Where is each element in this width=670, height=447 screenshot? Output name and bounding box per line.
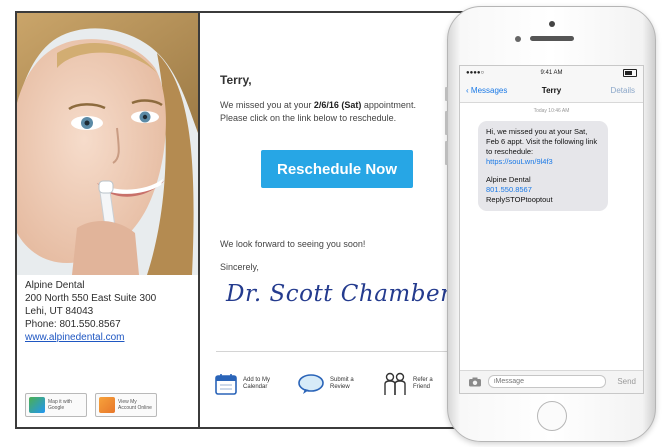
message-optout: ReplySTOPtooptout (486, 195, 553, 204)
calendar-action-label: Add to My Calendar (243, 377, 271, 390)
badge-row: Map it with Google View My Account Onlin… (25, 393, 157, 417)
reschedule-button[interactable]: Reschedule Now (261, 150, 413, 188)
message-phone-link[interactable]: 801.550.8567 (486, 185, 600, 195)
map-badge-label: Map it with Google (48, 399, 72, 411)
action-row: Add to My Calendar Submit a Review Refer… (214, 371, 443, 397)
speech-bubble-icon (298, 374, 324, 394)
phone-side-button (445, 87, 448, 101)
camera-icon[interactable] (468, 377, 482, 387)
phone-volume-down (445, 141, 448, 165)
message-timestamp: Today 10:46 AM (533, 108, 570, 114)
closing-line: We look forward to seeing you soon! (220, 239, 366, 249)
front-camera (549, 21, 555, 27)
calendar-icon (215, 374, 237, 395)
missed-line2: Please click on the link below to resche… (220, 113, 397, 123)
battery-icon (623, 69, 637, 77)
woman-brushing-teeth-image (17, 13, 198, 275)
mobile-badge-label: View My Account Online (118, 399, 152, 411)
greeting: Terry, (220, 73, 252, 87)
refer-friend-action[interactable]: Refer a Friend (382, 371, 443, 397)
home-button[interactable] (537, 401, 567, 431)
map-it-badge[interactable]: Map it with Google (25, 393, 87, 417)
proximity-sensor (515, 36, 521, 42)
people-icon (384, 372, 406, 395)
submit-review-action[interactable]: Submit a Review (297, 373, 362, 395)
review-action-label: Submit a Review (330, 377, 354, 390)
map-pin-icon (29, 397, 45, 413)
details-button[interactable]: Details (611, 86, 635, 95)
mobile-account-badge[interactable]: View My Account Online (95, 393, 157, 417)
message-composer: Send (460, 370, 643, 393)
messages-nav-bar: ‹ Messages Terry Details (460, 80, 643, 103)
incoming-message-bubble: Hi, we missed you at your Sat, Feb 6 app… (478, 121, 608, 211)
clinic-address: Alpine Dental 200 North 550 East Suite 3… (25, 279, 156, 344)
clinic-city: Lehi, UT 84043 (25, 306, 94, 317)
phone-device: ●●●●○ 9:41 AM ‹ Messages Terry Details T… (445, 6, 656, 442)
clinic-sidebar: Alpine Dental 200 North 550 East Suite 3… (17, 13, 200, 427)
send-button[interactable]: Send (617, 377, 636, 386)
reschedule-link[interactable]: https://souLwn/9l4f3 (486, 157, 600, 167)
refer-action-label: Refer a Friend (413, 377, 433, 390)
missed-suffix: appointment. (361, 100, 416, 110)
missed-prefix: We missed you at your (220, 100, 314, 110)
status-time: 9:41 AM (540, 70, 563, 76)
sincerely-label: Sincerely, (220, 262, 259, 272)
missed-date: 2/6/16 (Sat) (313, 100, 362, 110)
email-card: Alpine Dental 200 North 550 East Suite 3… (15, 11, 517, 429)
message-thread: Today 10:46 AM Hi, we missed you at your… (460, 103, 643, 371)
imessage-input[interactable] (488, 375, 606, 388)
patient-photo (17, 13, 198, 275)
phone-volume-up (445, 111, 448, 135)
clinic-street: 200 North 550 East Suite 300 (25, 293, 157, 304)
status-bar: ●●●●○ 9:41 AM (460, 66, 643, 80)
earpiece-speaker (530, 36, 574, 41)
clinic-phone: Phone: 801.550.8567 (25, 319, 121, 330)
message-text: Hi, we missed you at your Sat, Feb 6 app… (486, 127, 598, 156)
message-signature: Alpine Dental (486, 175, 531, 184)
clinic-website-link[interactable]: www.alpinedental.com (25, 332, 125, 343)
clinic-name: Alpine Dental (25, 280, 85, 291)
phone-screen: ●●●●○ 9:41 AM ‹ Messages Terry Details T… (459, 65, 644, 394)
mobile-app-icon (99, 397, 115, 413)
add-to-calendar-action[interactable]: Add to My Calendar (214, 372, 277, 396)
